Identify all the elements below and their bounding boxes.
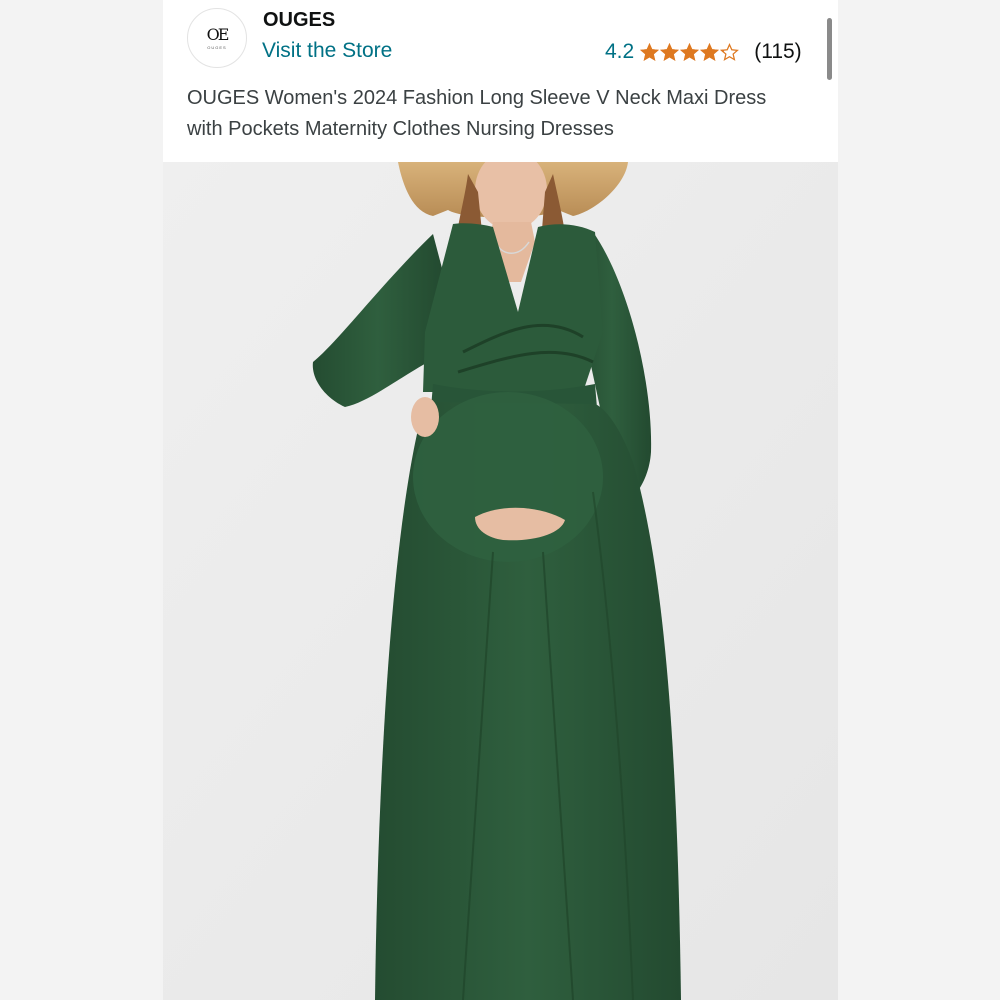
brand-logo[interactable]: OE OUGES	[187, 8, 247, 68]
product-card: OE OUGES OUGES Visit the Store 4.2 (115)…	[163, 0, 838, 1000]
product-photo-illustration	[163, 162, 838, 1000]
star-full-icon	[660, 42, 680, 61]
star-rating[interactable]	[640, 42, 740, 62]
star-partial-icon	[720, 42, 740, 61]
product-header: OE OUGES OUGES Visit the Store 4.2 (115)…	[163, 0, 838, 162]
brand-logo-mark: OE	[206, 24, 230, 44]
star-full-icon	[680, 42, 700, 61]
review-count[interactable]: (115)	[754, 40, 801, 64]
product-title: OUGES Women's 2024 Fashion Long Sleeve V…	[187, 87, 767, 140]
screenshot-frame: OE OUGES OUGES Visit the Store 4.2 (115)…	[0, 0, 1000, 1000]
brand-logo-text: OUGES	[207, 44, 227, 50]
rating-score[interactable]: 4.2	[605, 40, 634, 64]
right-margin	[838, 0, 1000, 1000]
star-full-icon	[700, 42, 720, 61]
left-margin	[0, 0, 163, 1000]
scrollbar-thumb[interactable]	[827, 18, 832, 80]
brand-name: OUGES	[263, 9, 336, 31]
rating-summary[interactable]: 4.2 (115)	[605, 38, 802, 66]
product-image[interactable]	[163, 162, 838, 1000]
star-full-icon	[640, 42, 660, 61]
visit-store-link[interactable]: Visit the Store	[262, 39, 392, 63]
